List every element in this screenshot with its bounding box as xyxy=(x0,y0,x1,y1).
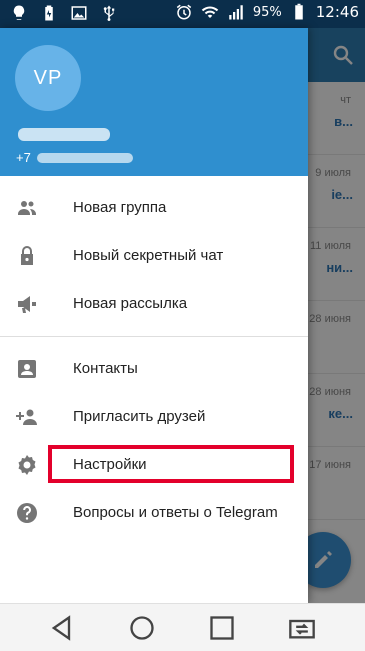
status-bar: 95% 12:46 xyxy=(0,0,365,28)
menu-item-label: Новый секретный чат xyxy=(73,247,224,264)
alarm-icon xyxy=(176,4,192,20)
home-icon[interactable] xyxy=(128,614,156,642)
battery-icon xyxy=(295,3,303,20)
user-phone: +7 xyxy=(16,150,133,165)
clock: 12:46 xyxy=(315,3,359,21)
switch-app-icon[interactable] xyxy=(288,614,316,642)
broadcast-icon xyxy=(18,296,36,313)
drawer-header: VP +7 xyxy=(0,28,308,176)
menu-divider xyxy=(0,336,308,337)
group-icon xyxy=(18,201,36,215)
system-navigation-bar xyxy=(0,603,365,651)
battery-percent: 95% xyxy=(252,4,282,20)
highlight-box xyxy=(48,445,294,483)
menu-item-settings[interactable]: Настройки xyxy=(0,441,308,489)
signal-icon xyxy=(229,5,243,20)
contacts-icon xyxy=(18,360,36,378)
wifi-icon xyxy=(201,6,219,18)
menu-item-faq[interactable]: Вопросы и ответы о Telegram xyxy=(0,489,308,537)
recent-apps-icon[interactable] xyxy=(208,614,236,642)
menu-item-label: Вопросы и ответы о Telegram xyxy=(73,504,278,521)
menu-item-invite[interactable]: Пригласить друзей xyxy=(0,393,308,441)
menu-item-label: Контакты xyxy=(73,360,138,377)
menu-item-new-group[interactable]: Новая группа xyxy=(0,184,308,232)
drawer-menu: Новая группа Новый секретный чат Новая р… xyxy=(0,176,308,537)
menu-item-secret-chat[interactable]: Новый секретный чат xyxy=(0,232,308,280)
image-icon xyxy=(71,6,87,20)
phone-prefix: +7 xyxy=(16,150,31,165)
navigation-drawer: VP +7 Новая группа Новый секретный чат Н… xyxy=(0,28,308,603)
menu-item-label: Пригласить друзей xyxy=(73,408,206,425)
add-person-icon xyxy=(16,409,37,425)
lightbulb-icon xyxy=(13,5,25,20)
menu-item-label: Новая группа xyxy=(73,199,167,216)
user-name-blurred xyxy=(18,128,110,141)
usb-icon xyxy=(103,5,115,22)
menu-item-contacts[interactable]: Контакты xyxy=(0,345,308,393)
settings-icon xyxy=(18,455,36,475)
help-icon xyxy=(17,503,37,523)
menu-item-label: Новая рассылка xyxy=(73,295,188,312)
avatar[interactable]: VP xyxy=(15,45,81,111)
back-icon[interactable] xyxy=(48,614,76,642)
battery-charging-icon xyxy=(45,5,53,21)
phone-number-blurred xyxy=(36,152,133,163)
lock-icon xyxy=(21,246,33,265)
menu-item-broadcast[interactable]: Новая рассылка xyxy=(0,280,308,328)
